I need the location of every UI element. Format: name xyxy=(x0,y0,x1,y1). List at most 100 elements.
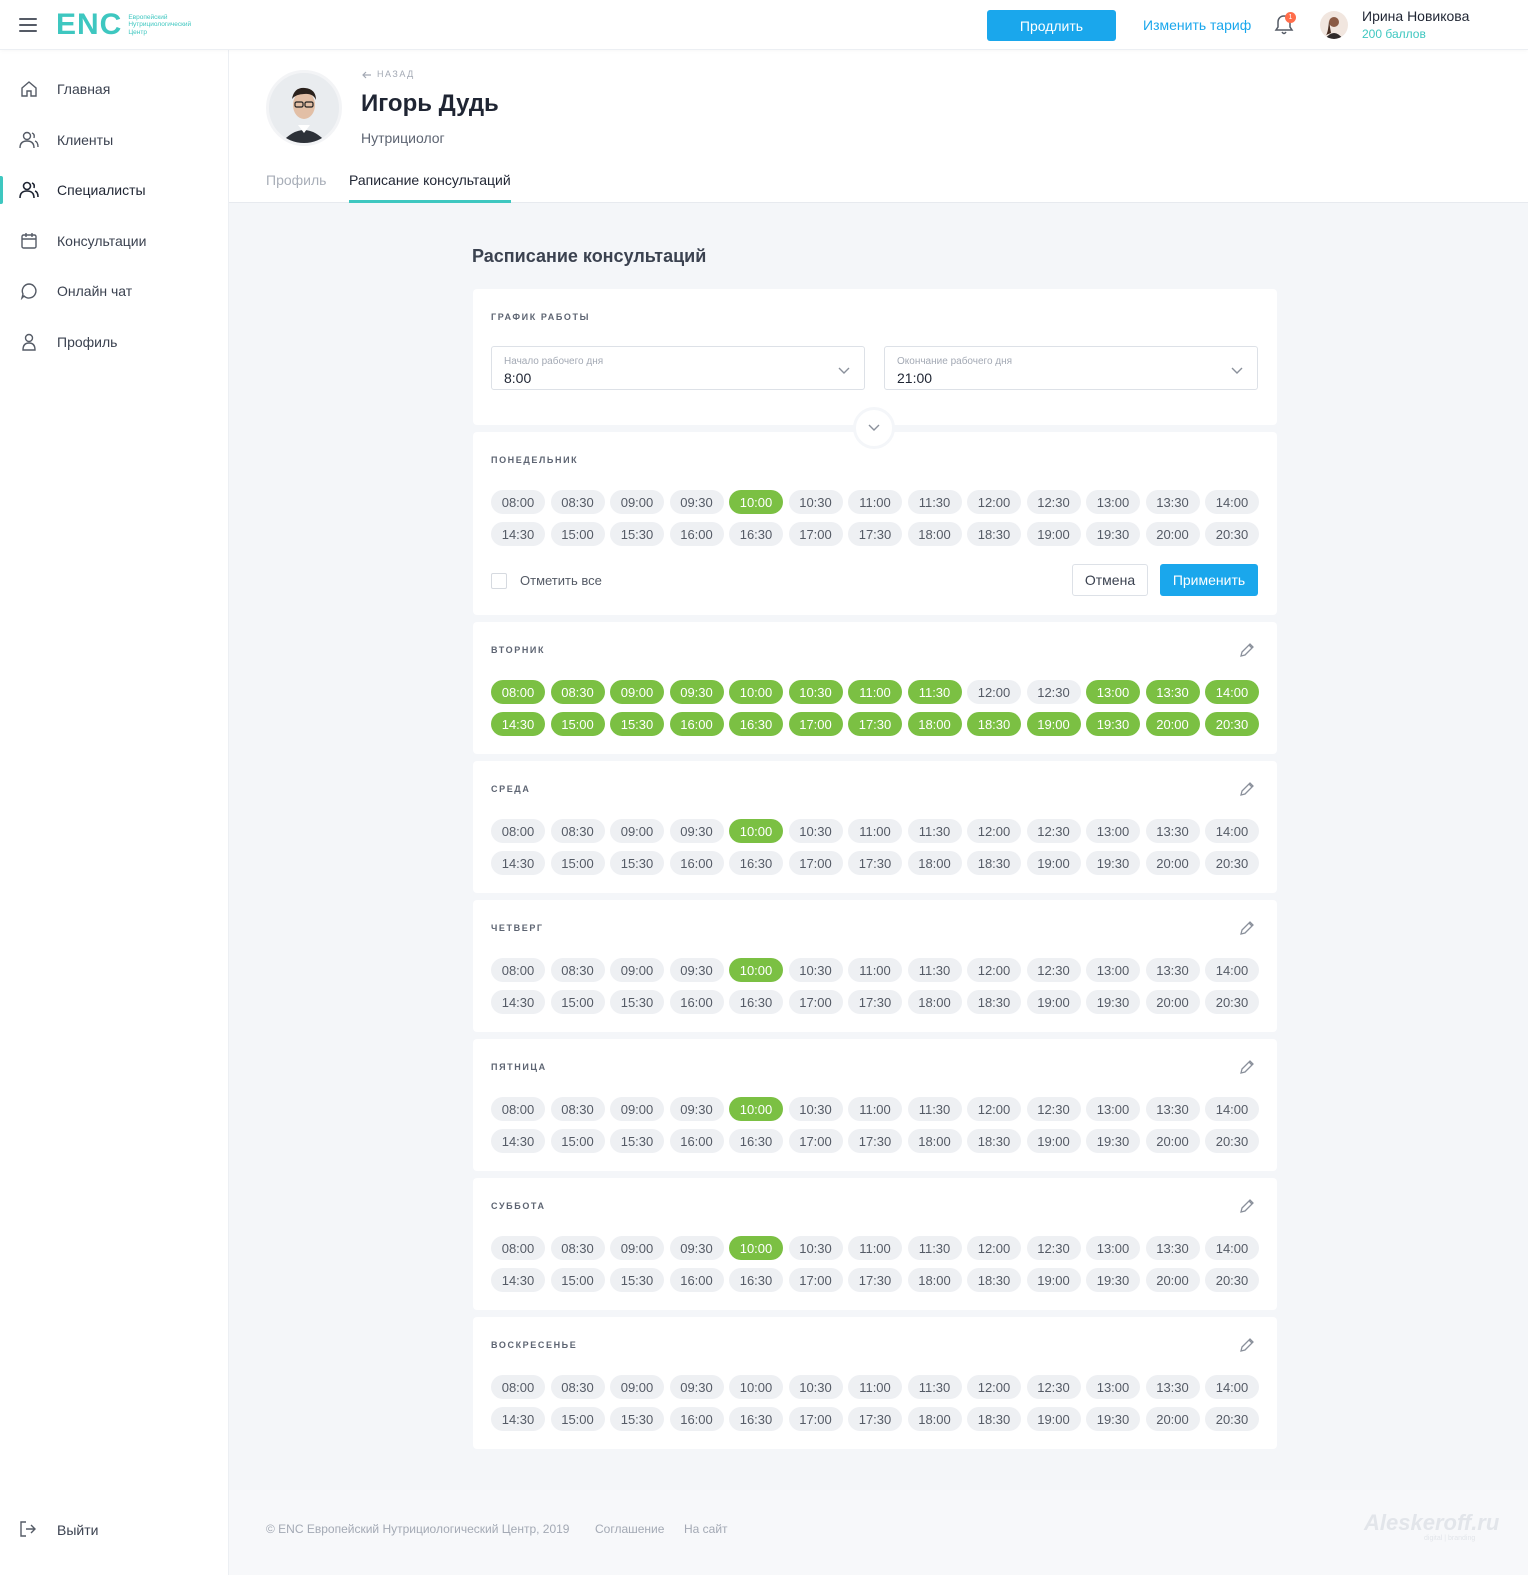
time-slot[interactable]: 16:30 xyxy=(729,522,783,546)
site-link[interactable]: На сайт xyxy=(684,1522,728,1536)
time-slot[interactable]: 13:30 xyxy=(1145,680,1200,704)
time-slot[interactable]: 16:00 xyxy=(669,990,724,1014)
time-slot[interactable]: 13:00 xyxy=(1086,819,1140,843)
sidebar-item-consultations[interactable]: Консультации xyxy=(0,221,229,261)
collapse-toggle-button[interactable] xyxy=(853,407,895,449)
time-slot[interactable]: 11:30 xyxy=(907,958,962,982)
time-slot[interactable]: 17:30 xyxy=(848,522,902,546)
time-slot[interactable]: 18:00 xyxy=(907,851,962,875)
time-slot[interactable]: 10:00 xyxy=(729,680,783,704)
pencil-icon[interactable] xyxy=(1238,919,1256,937)
time-slot[interactable]: 15:00 xyxy=(550,712,605,736)
time-slot[interactable]: 17:00 xyxy=(788,851,843,875)
time-slot[interactable]: 11:00 xyxy=(848,1236,902,1260)
time-slot[interactable]: 15:00 xyxy=(550,1407,605,1431)
user-name[interactable]: Ирина Новикова xyxy=(1362,8,1469,24)
user-avatar[interactable] xyxy=(1320,11,1348,39)
time-slot[interactable]: 16:00 xyxy=(669,712,724,736)
select-all-checkbox[interactable] xyxy=(491,573,507,589)
time-slot[interactable]: 19:00 xyxy=(1026,522,1081,546)
time-slot[interactable]: 15:30 xyxy=(610,990,664,1014)
time-slot[interactable]: 13:00 xyxy=(1086,490,1140,514)
time-slot[interactable]: 17:30 xyxy=(848,1268,902,1292)
time-slot[interactable]: 09:00 xyxy=(610,490,664,514)
time-slot[interactable]: 18:30 xyxy=(967,851,1021,875)
time-slot[interactable]: 09:00 xyxy=(610,1236,664,1260)
time-slot[interactable]: 17:00 xyxy=(788,712,843,736)
time-slot[interactable]: 13:30 xyxy=(1145,1236,1200,1260)
time-slot[interactable]: 16:00 xyxy=(669,1129,724,1153)
time-slot[interactable]: 20:00 xyxy=(1145,522,1200,546)
select-all-label[interactable]: Отметить все xyxy=(520,573,602,588)
time-slot[interactable]: 14:00 xyxy=(1205,819,1259,843)
sidebar-item-specialists[interactable]: Специалисты xyxy=(0,170,229,210)
time-slot[interactable]: 19:00 xyxy=(1026,1407,1081,1431)
start-time-select[interactable]: Начало рабочего дня 8:00 xyxy=(491,346,865,390)
time-slot[interactable]: 12:00 xyxy=(967,958,1021,982)
time-slot[interactable]: 20:30 xyxy=(1205,1407,1259,1431)
time-slot[interactable]: 15:30 xyxy=(610,1407,664,1431)
time-slot[interactable]: 16:00 xyxy=(669,851,724,875)
time-slot[interactable]: 18:00 xyxy=(907,990,962,1014)
time-slot[interactable]: 11:30 xyxy=(907,1375,962,1399)
change-tariff-link[interactable]: Изменить тариф xyxy=(1143,17,1251,33)
time-slot[interactable]: 11:00 xyxy=(848,1097,902,1121)
time-slot[interactable]: 12:30 xyxy=(1026,1375,1081,1399)
time-slot[interactable]: 15:30 xyxy=(610,712,664,736)
agreement-link[interactable]: Соглашение xyxy=(595,1522,664,1536)
time-slot[interactable]: 19:00 xyxy=(1026,712,1081,736)
time-slot[interactable]: 09:30 xyxy=(669,958,724,982)
time-slot[interactable]: 09:30 xyxy=(669,680,724,704)
time-slot[interactable]: 09:00 xyxy=(610,1097,664,1121)
time-slot[interactable]: 18:30 xyxy=(967,522,1021,546)
time-slot[interactable]: 18:00 xyxy=(907,1407,962,1431)
time-slot[interactable]: 20:30 xyxy=(1205,990,1259,1014)
time-slot[interactable]: 13:30 xyxy=(1145,1375,1200,1399)
time-slot[interactable]: 17:30 xyxy=(848,851,902,875)
time-slot[interactable]: 19:00 xyxy=(1026,990,1081,1014)
time-slot[interactable]: 08:30 xyxy=(550,819,605,843)
time-slot[interactable]: 14:30 xyxy=(491,1129,545,1153)
time-slot[interactable]: 13:00 xyxy=(1086,680,1140,704)
time-slot[interactable]: 15:30 xyxy=(610,851,664,875)
time-slot[interactable]: 09:30 xyxy=(669,490,724,514)
pencil-icon[interactable] xyxy=(1238,1197,1256,1215)
time-slot[interactable]: 10:00 xyxy=(729,1375,783,1399)
time-slot[interactable]: 18:00 xyxy=(907,522,962,546)
time-slot[interactable]: 17:00 xyxy=(788,522,843,546)
time-slot[interactable]: 17:00 xyxy=(788,1129,843,1153)
time-slot[interactable]: 13:30 xyxy=(1145,1097,1200,1121)
time-slot[interactable]: 10:30 xyxy=(788,819,843,843)
time-slot[interactable]: 13:30 xyxy=(1145,490,1200,514)
time-slot[interactable]: 13:00 xyxy=(1086,1097,1140,1121)
time-slot[interactable]: 18:00 xyxy=(907,1268,962,1292)
sidebar-item-chat[interactable]: Онлайн чат xyxy=(0,271,229,311)
time-slot[interactable]: 12:00 xyxy=(967,680,1021,704)
time-slot[interactable]: 10:00 xyxy=(729,1097,783,1121)
time-slot[interactable]: 08:30 xyxy=(550,680,605,704)
time-slot[interactable]: 10:30 xyxy=(788,490,843,514)
time-slot[interactable]: 17:30 xyxy=(848,1407,902,1431)
time-slot[interactable]: 16:30 xyxy=(729,712,783,736)
time-slot[interactable]: 08:00 xyxy=(491,680,545,704)
time-slot[interactable]: 16:00 xyxy=(669,1407,724,1431)
time-slot[interactable]: 14:00 xyxy=(1205,1236,1259,1260)
time-slot[interactable]: 09:00 xyxy=(610,819,664,843)
time-slot[interactable]: 09:30 xyxy=(669,819,724,843)
time-slot[interactable]: 15:30 xyxy=(610,1129,664,1153)
time-slot[interactable]: 09:30 xyxy=(669,1097,724,1121)
time-slot[interactable]: 16:30 xyxy=(729,990,783,1014)
sidebar-item-clients[interactable]: Клиенты xyxy=(0,120,229,160)
time-slot[interactable]: 20:00 xyxy=(1145,851,1200,875)
time-slot[interactable]: 10:00 xyxy=(729,819,783,843)
time-slot[interactable]: 08:00 xyxy=(491,490,545,514)
time-slot[interactable]: 08:30 xyxy=(550,958,605,982)
time-slot[interactable]: 11:30 xyxy=(907,1236,962,1260)
time-slot[interactable]: 19:30 xyxy=(1086,522,1140,546)
pencil-icon[interactable] xyxy=(1238,641,1256,659)
time-slot[interactable]: 18:30 xyxy=(967,1129,1021,1153)
time-slot[interactable]: 14:00 xyxy=(1205,680,1259,704)
time-slot[interactable]: 14:00 xyxy=(1205,958,1259,982)
time-slot[interactable]: 16:00 xyxy=(669,522,724,546)
time-slot[interactable]: 17:00 xyxy=(788,1268,843,1292)
